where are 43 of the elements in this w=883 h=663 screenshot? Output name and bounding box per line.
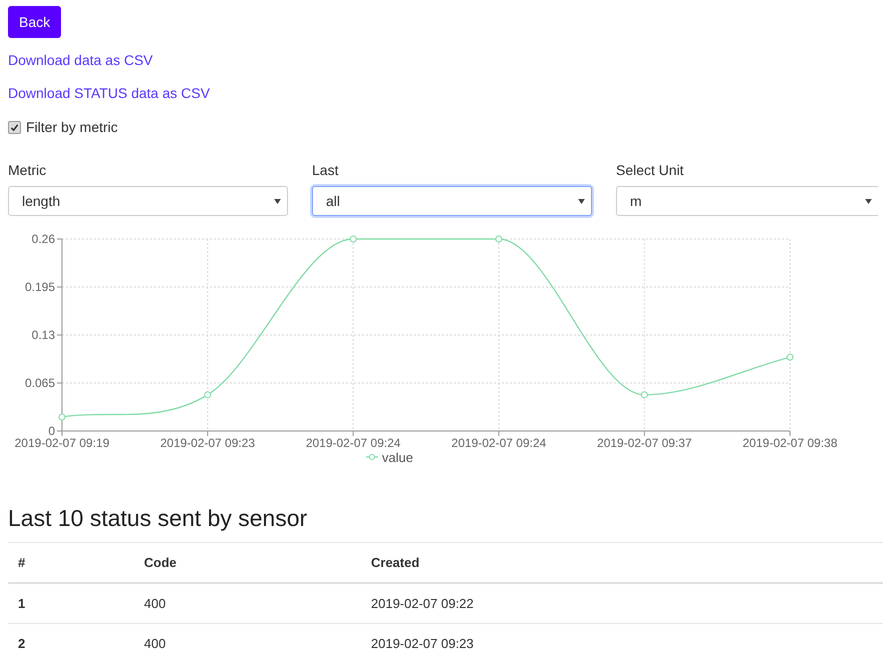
table-cell: 2019-02-07 09:22 [361, 583, 883, 624]
select-field[interactable]: all [312, 186, 592, 216]
download-link[interactable]: Download data as CSV [8, 52, 153, 68]
checkbox-label: Filter by metric [26, 119, 118, 135]
axis-label: 0.26 [32, 232, 55, 246]
axis-label: 2019-02-07 09:23 [160, 436, 255, 450]
legend-icon [366, 454, 378, 460]
back-button[interactable]: Back [8, 6, 62, 38]
axis-label: 2019-02-07 09:19 [14, 436, 110, 450]
field-label: Metric [8, 162, 48, 180]
caret-icon [274, 198, 281, 204]
table-cell: 1 [8, 583, 134, 624]
data-point [786, 354, 794, 361]
checkbox[interactable] [8, 120, 21, 134]
data-point [58, 413, 66, 420]
data-point [495, 236, 502, 242]
table-cell: 2 [8, 624, 134, 663]
data-point [350, 236, 357, 242]
table-cell: 400 [134, 583, 361, 624]
axis-label: 0 [48, 424, 55, 438]
column-header: Code [134, 542, 361, 583]
download-link[interactable]: Download STATUS data as CSV [8, 85, 210, 101]
axis-label: 0.13 [32, 328, 55, 342]
field-label: Select Unit [616, 162, 685, 180]
select-field[interactable]: length [8, 186, 288, 216]
data-point [204, 391, 212, 398]
axis-label: 2019-02-07 09:38 [742, 436, 838, 450]
caret-icon [578, 198, 585, 204]
data-point [640, 391, 648, 398]
column-header: # [8, 542, 134, 583]
axis-label: 2019-02-07 09:37 [597, 436, 692, 450]
field-label: Last [312, 162, 340, 180]
caret-icon [865, 198, 872, 204]
axis-label: 0.065 [24, 376, 55, 390]
axis-label: 2019-02-07 09:24 [306, 436, 401, 450]
axis-label: 2019-02-07 09:24 [451, 436, 546, 450]
table-cell: 400 [134, 624, 361, 663]
column-header: Created [361, 542, 883, 583]
table-cell: 2019-02-07 09:23 [361, 624, 883, 663]
axis-label: 0.195 [24, 280, 55, 294]
section-title: Last 10 status sent by sensor [8, 505, 308, 532]
select-field[interactable]: m [616, 186, 878, 216]
legend-label: value [382, 450, 414, 465]
